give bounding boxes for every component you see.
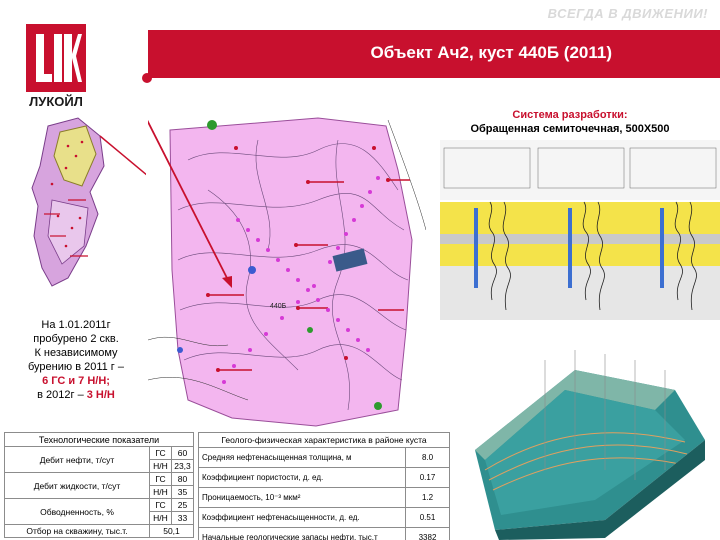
drilling-line-6-text: в 2012г –	[37, 389, 87, 401]
slogan: ВСЕГДА В ДВИЖЕНИИ!	[547, 6, 708, 21]
row-value: 50,1	[149, 524, 194, 538]
well-type: Н/Н	[149, 485, 172, 499]
title-accent-dot	[142, 73, 152, 83]
well-type: ГС	[149, 446, 172, 460]
row-value: 80	[171, 472, 194, 486]
row-value: 8.0	[405, 447, 450, 468]
logo-glyph	[36, 34, 82, 82]
row-value: 25	[171, 498, 194, 512]
geology-table-header: Геолого-физическая характеристика в райо…	[198, 432, 450, 448]
table-row: Обводненность, % ГС 25	[4, 498, 194, 525]
table-row: Средняя нефтенасыщенная толщина, м 8.0	[198, 447, 450, 468]
table-row: Начальные геологические запасы нефти, ты…	[198, 527, 450, 540]
row-value: 1.2	[405, 487, 450, 508]
table-row: Отбор на скважину, тыс.т. 50,1	[4, 524, 194, 538]
geology-table: Геолого-физическая характеристика в райо…	[198, 432, 450, 540]
row-label: Дебит нефти, т/сут	[4, 446, 150, 473]
field-overview-map	[31, 117, 146, 287]
system-title: Система разработки:	[512, 109, 628, 121]
logo-mark	[26, 24, 86, 92]
tech-table-header: Технологические показатели	[4, 432, 194, 447]
row-value: 60	[171, 446, 194, 460]
well-type: ГС	[149, 472, 172, 486]
row-label: Средняя нефтенасыщенная толщина, м	[198, 447, 406, 468]
row-value: 35	[171, 485, 194, 499]
drilling-summary: На 1.01.2011г пробурено 2 скв. К независ…	[6, 318, 146, 402]
drilling-line-3: К независимому	[34, 347, 118, 359]
well-log-section	[440, 140, 720, 320]
row-value: 0.17	[405, 467, 450, 488]
row-label: Дебит жидкости, т/сут	[4, 472, 150, 499]
development-system: Система разработки: Обращенная семиточеч…	[440, 108, 700, 136]
table-row: Коэффициент нефтенасыщенности, д. ед. 0.…	[198, 507, 450, 528]
table-row: Дебит нефти, т/сут ГС 60	[4, 446, 194, 473]
row-label: Отбор на скважину, тыс.т.	[4, 524, 150, 538]
row-label: Начальные геологические запасы нефти, ты…	[198, 527, 406, 540]
table-row: Дебит жидкости, т/сут ГС 80	[4, 472, 194, 499]
drilling-line-2: пробурено 2 скв.	[33, 333, 119, 345]
geological-3d-model	[475, 350, 705, 540]
row-label: Обводненность, %	[4, 498, 150, 525]
row-value: 23,3	[171, 459, 194, 473]
cluster-label: 440Б	[270, 303, 287, 310]
tech-indicators-table: Технологические показатели Дебит нефти, …	[4, 432, 194, 538]
row-value: 0.51	[405, 507, 450, 528]
row-value: 33	[171, 511, 194, 525]
well-type: Н/Н	[149, 459, 172, 473]
drilling-line-4: бурению в 2011 г –	[28, 361, 124, 373]
well-type: Н/Н	[149, 511, 172, 525]
drilling-line-6: в 2012г – 3 Н/Н	[6, 388, 146, 402]
row-label: Коэффициент пористости, д. ед.	[198, 467, 406, 488]
drilling-line-5: 6 ГС и 7 Н/Н;	[42, 375, 110, 387]
row-value: 3382	[405, 527, 450, 540]
title-bar: Объект Ач2, куст 440Б (2011)	[148, 30, 720, 78]
table-row: Коэффициент пористости, д. ед. 0.17	[198, 467, 450, 488]
table-row: Проницаемость, 10⁻³ мкм² 1.2	[198, 487, 450, 508]
row-label: Проницаемость, 10⁻³ мкм²	[198, 487, 406, 508]
slide-title: Объект Ач2, куст 440Б (2011)	[370, 43, 612, 62]
cluster-map: 440Б	[148, 100, 426, 430]
system-type: Обращенная семиточечная, 500X500	[470, 123, 670, 135]
well-type: ГС	[149, 498, 172, 512]
slide: ВСЕГДА В ДВИЖЕНИИ! Объект Ач2, куст 440Б…	[0, 0, 720, 540]
drilling-line-1: На 1.01.2011г	[41, 319, 111, 331]
drilling-line-6-highlight: 3 Н/Н	[86, 389, 115, 401]
row-label: Коэффициент нефтенасыщенности, д. ед.	[198, 507, 406, 528]
